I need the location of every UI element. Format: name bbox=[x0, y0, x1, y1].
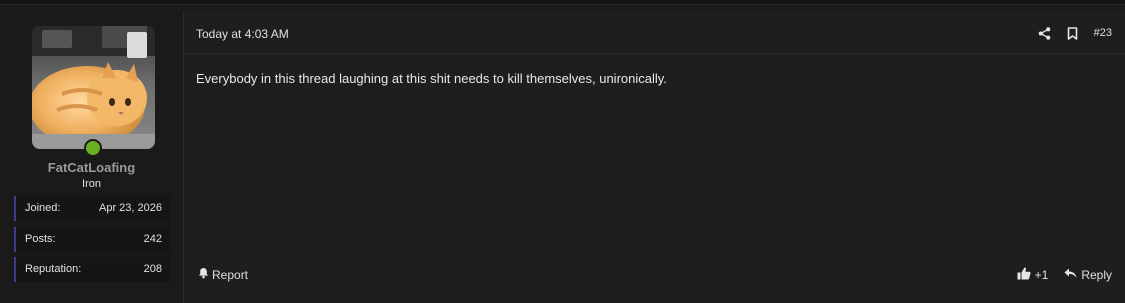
report-label: Report bbox=[212, 267, 249, 282]
stat-value: Apr 23, 2026 bbox=[99, 202, 162, 214]
reply-button[interactable]: Reply bbox=[1064, 268, 1112, 282]
avatar[interactable] bbox=[32, 26, 155, 157]
username[interactable]: FatCatLoafing bbox=[0, 160, 183, 175]
bell-icon bbox=[198, 267, 209, 282]
post-header: Today at 4:03 AM #23 bbox=[184, 12, 1125, 54]
share-icon[interactable] bbox=[1038, 26, 1052, 40]
stat-joined: Joined: Apr 23, 2026 bbox=[14, 196, 170, 221]
report-button[interactable]: Report bbox=[198, 267, 248, 282]
post-header-actions: #23 bbox=[1038, 25, 1112, 41]
user-title: Iron bbox=[82, 178, 101, 190]
stat-value: 208 bbox=[143, 263, 162, 275]
reply-label: Reply bbox=[1081, 268, 1112, 282]
online-status-indicator bbox=[84, 139, 102, 157]
post-number-link[interactable]: #23 bbox=[1094, 27, 1112, 39]
post-date[interactable]: Today at 4:03 AM bbox=[196, 27, 289, 41]
forum-post: FatCatLoafing Iron Joined: Apr 23, 2026 … bbox=[0, 12, 1125, 303]
post-footer-actions: +1 Reply bbox=[1017, 267, 1112, 283]
like-count: +1 bbox=[1034, 268, 1049, 282]
stat-label: Reputation: bbox=[25, 263, 82, 275]
reply-icon bbox=[1064, 268, 1077, 282]
stat-label: Posts: bbox=[25, 233, 56, 245]
stat-reputation: Reputation: 208 bbox=[14, 257, 170, 282]
stat-label: Joined: bbox=[25, 202, 61, 214]
user-info-panel: FatCatLoafing Iron Joined: Apr 23, 2026 … bbox=[0, 12, 184, 303]
post-main: Today at 4:03 AM #23 Everybody in this t… bbox=[184, 12, 1125, 303]
stat-value: 242 bbox=[143, 233, 162, 245]
thumbs-up-icon bbox=[1017, 267, 1031, 283]
bookmark-icon[interactable] bbox=[1066, 26, 1080, 40]
top-divider bbox=[0, 0, 1125, 5]
avatar-image[interactable] bbox=[32, 26, 155, 149]
stat-posts: Posts: 242 bbox=[14, 227, 170, 252]
like-button[interactable]: +1 bbox=[1017, 267, 1049, 283]
post-body: Everybody in this thread laughing at thi… bbox=[196, 71, 667, 86]
